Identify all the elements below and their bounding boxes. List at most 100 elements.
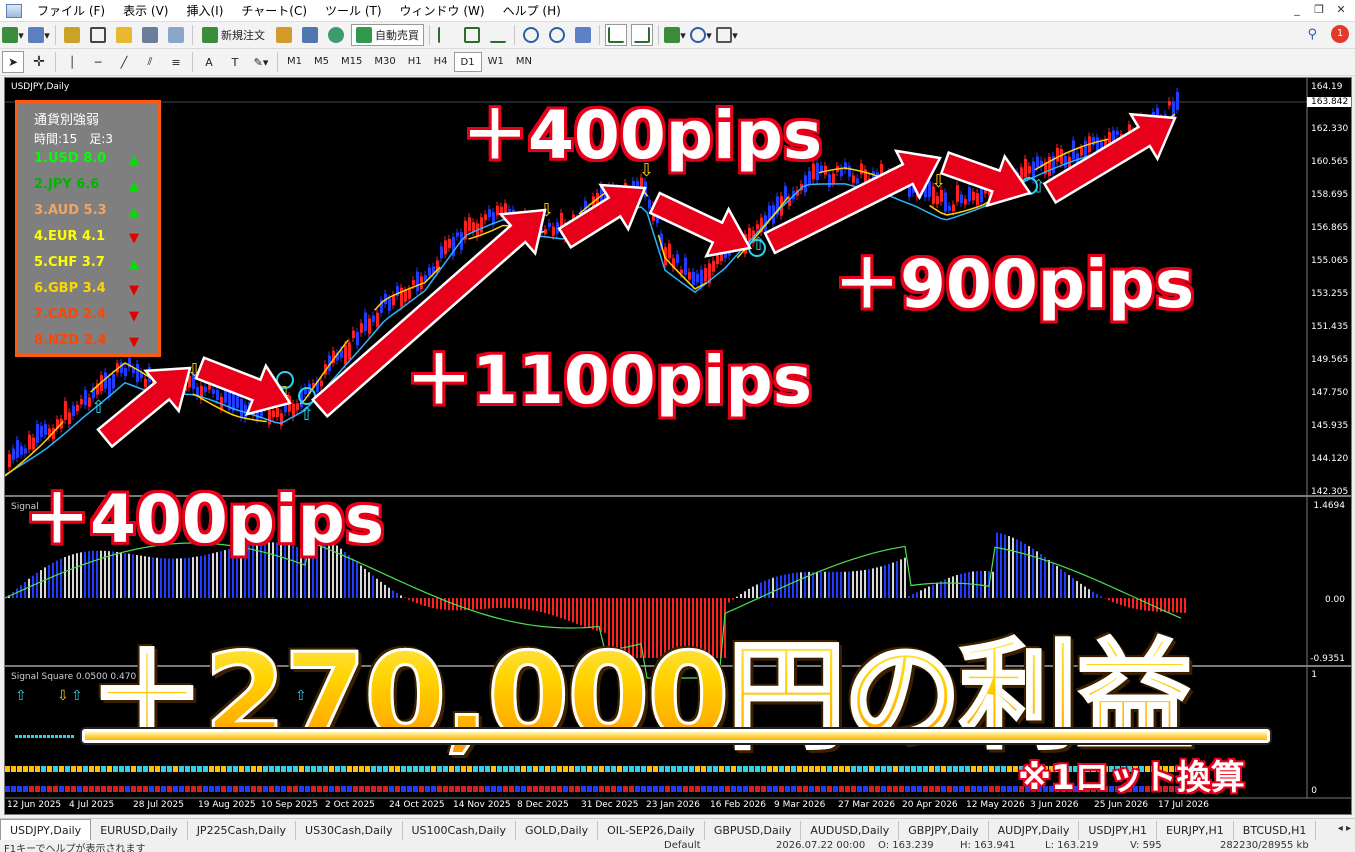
tile-icon	[575, 27, 591, 43]
tf-mn[interactable]: MN	[510, 52, 538, 72]
chart-tab[interactable]: US100Cash,Daily	[403, 821, 516, 840]
signal-square-cell	[251, 786, 256, 792]
minimize-icon[interactable]: _	[1289, 3, 1305, 17]
square-dot	[19, 735, 22, 738]
navigator-button[interactable]	[113, 24, 135, 46]
metaeditor-button[interactable]	[273, 24, 295, 46]
signal-square-cell	[293, 786, 298, 792]
pips-label-4: ＋900pips	[832, 244, 1196, 325]
crosshair-button[interactable]: ✛	[28, 51, 50, 73]
tf-m30[interactable]: M30	[368, 52, 401, 72]
candle-body	[956, 185, 959, 202]
signal-square-cell	[263, 786, 268, 792]
template-icon	[716, 27, 733, 43]
chart-tab[interactable]: USDJPY,H1	[1079, 821, 1158, 840]
auto-trade-button[interactable]: 自動売買	[351, 24, 424, 46]
tester-button[interactable]	[165, 24, 187, 46]
close-icon[interactable]: ✕	[1333, 3, 1349, 17]
menu-tools[interactable]: ツール (T)	[316, 2, 391, 19]
tf-m5[interactable]: M5	[308, 52, 335, 72]
chart-tab[interactable]: GBPJPY,Daily	[899, 821, 989, 840]
chart-tab[interactable]: GOLD,Daily	[516, 821, 599, 840]
search-icon[interactable]: ⚲	[1307, 27, 1317, 42]
shapes-button[interactable]: ✎▾	[250, 51, 272, 73]
menu-file[interactable]: ファイル (F)	[28, 2, 114, 19]
restore-icon[interactable]: ❐	[1311, 3, 1327, 17]
menu-chart[interactable]: チャート(C)	[232, 2, 316, 19]
terminal-button[interactable]	[139, 24, 161, 46]
time-tick-label: 10 Sep 2025	[261, 800, 319, 810]
vertical-line-button[interactable]: │	[61, 51, 83, 73]
fibonacci-button[interactable]: ≡	[165, 51, 187, 73]
signal-square-cell	[125, 786, 130, 792]
tile-windows-button[interactable]	[572, 24, 594, 46]
signal-square-cell	[887, 786, 892, 792]
candle-chart-button[interactable]	[461, 24, 483, 46]
tab-scroll-arrows[interactable]: ◂ ▸	[1338, 823, 1351, 834]
horizontal-line-button[interactable]: ─	[87, 51, 109, 73]
new-chart-icon	[2, 27, 19, 43]
histogram-bar	[380, 581, 382, 598]
tf-m15[interactable]: M15	[335, 52, 368, 72]
chart-tab[interactable]: US30Cash,Daily	[296, 821, 403, 840]
market-watch-button[interactable]	[61, 24, 83, 46]
signal-square-cell	[743, 786, 748, 792]
menu-insert[interactable]: 挿入(I)	[177, 2, 232, 19]
menu-view[interactable]: 表示 (V)	[114, 2, 177, 19]
zoom-in-button[interactable]	[520, 24, 542, 46]
label-button[interactable]: T	[224, 51, 246, 73]
line-chart-button[interactable]	[487, 24, 509, 46]
profiles-button[interactable]: ▾	[28, 24, 50, 46]
signal-square-cell	[77, 766, 82, 772]
tf-d1[interactable]: D1	[453, 52, 482, 72]
tf-w1[interactable]: W1	[482, 52, 510, 72]
new-chart-button[interactable]: ▾	[2, 24, 24, 46]
tf-h1[interactable]: H1	[402, 52, 428, 72]
signal-square-cell	[29, 766, 34, 772]
signals-button[interactable]	[299, 24, 321, 46]
chart-tab[interactable]: BTCUSD,H1	[1234, 821, 1317, 840]
bar-chart-button[interactable]	[435, 24, 457, 46]
candle-body	[944, 192, 947, 212]
cursor-button[interactable]: ➤	[2, 51, 24, 73]
trendline-button[interactable]: ╱	[113, 51, 135, 73]
chart-shift-button[interactable]	[631, 24, 653, 46]
indicators-button[interactable]: ▾	[664, 24, 686, 46]
new-order-button[interactable]: 新規注文	[198, 24, 269, 46]
chart-tab[interactable]: JP225Cash,Daily	[188, 821, 297, 840]
text-button[interactable]: A	[198, 51, 220, 73]
histogram-bar	[1012, 537, 1014, 598]
chart-tab[interactable]: GBPUSD,Daily	[705, 821, 802, 840]
signal-square-cell	[353, 786, 358, 792]
up-arrow-icon: ▲	[129, 205, 139, 220]
bar-chart-icon	[438, 27, 454, 43]
menu-window[interactable]: ウィンドウ (W)	[391, 2, 494, 19]
chart-tab[interactable]: EURJPY,H1	[1157, 821, 1234, 840]
notification-badge[interactable]: 1	[1331, 25, 1349, 43]
menu-help[interactable]: ヘルプ (H)	[494, 2, 570, 19]
histogram-bar	[868, 569, 870, 598]
data-window-button[interactable]	[87, 24, 109, 46]
signal-square-cell	[395, 786, 400, 792]
label-tool-icon: T	[231, 55, 239, 69]
tf-m1[interactable]: M1	[281, 52, 308, 72]
signal-square-cell	[677, 786, 682, 792]
chart-tab[interactable]: EURUSD,Daily	[91, 821, 188, 840]
tf-h4[interactable]: H4	[428, 52, 454, 72]
channel-button[interactable]: ⫽	[139, 51, 161, 73]
candle-body	[28, 434, 31, 450]
zoom-out-button[interactable]	[546, 24, 568, 46]
signal-square-cell	[983, 786, 988, 792]
chart-tab[interactable]: AUDJPY,Daily	[989, 821, 1080, 840]
templates-button[interactable]: ▾	[716, 24, 738, 46]
histogram-bar	[840, 571, 842, 598]
signal-square-cell	[443, 786, 448, 792]
autoscroll-button[interactable]	[605, 24, 627, 46]
chart-tab[interactable]: USDJPY,Daily	[0, 819, 92, 840]
candle-icon	[464, 27, 480, 43]
periods-button[interactable]: ▾	[690, 24, 712, 46]
chart-tab[interactable]: OIL-SEP26,Daily	[598, 821, 705, 840]
chart-tab[interactable]: AUDUSD,Daily	[801, 821, 900, 840]
status-datetime: 2026.07.22 00:00	[776, 840, 866, 851]
market-button[interactable]	[325, 24, 347, 46]
